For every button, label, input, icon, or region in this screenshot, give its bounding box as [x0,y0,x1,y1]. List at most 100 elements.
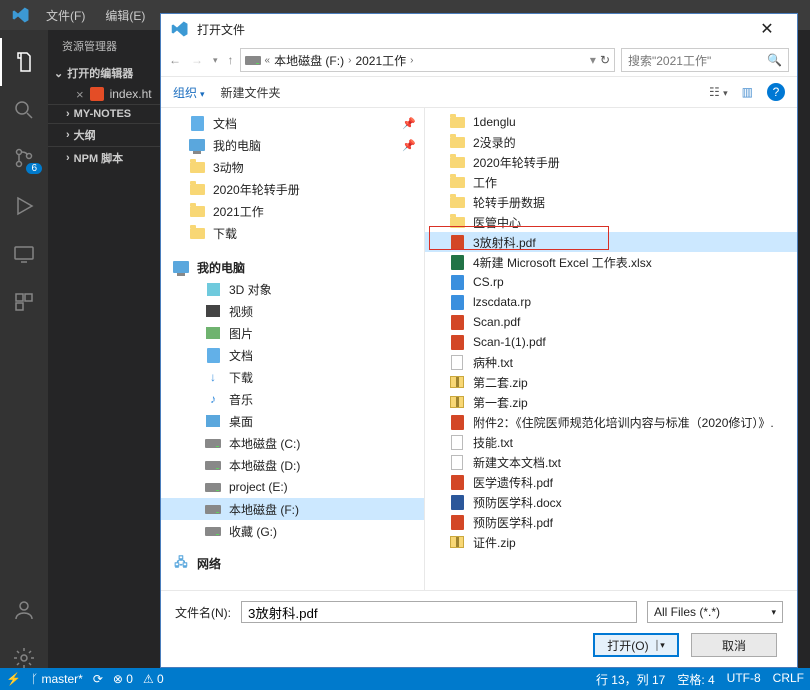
tree-item[interactable]: 3动物 [161,156,424,178]
file-row[interactable]: Scan.pdf [425,312,797,332]
tree-item[interactable]: ↓下载 [161,366,424,388]
tree-network[interactable]: 🖧网络 [161,552,424,574]
close-icon[interactable]: × [76,88,84,101]
file-row[interactable]: 预防医学科.pdf [425,512,797,532]
refresh-icon[interactable]: ↻ [600,53,610,67]
tree-item[interactable]: 视频 [161,300,424,322]
tree-item[interactable]: 本地磁盘 (F:) [161,498,424,520]
new-folder-button[interactable]: 新建文件夹 [221,84,281,101]
explorer-icon[interactable] [0,38,48,86]
file-row[interactable]: 轮转手册数据 [425,192,797,212]
branch-indicator[interactable]: ᚴ master* [31,672,83,686]
tree-item-label: 文档 [229,347,253,364]
open-button[interactable]: 打开(O)│▾ [593,633,679,657]
file-row[interactable]: 2没录的 [425,132,797,152]
tree-item-label: 收藏 (G:) [229,523,277,540]
tree-item[interactable]: 图片 [161,322,424,344]
run-icon[interactable] [0,182,48,230]
tree-item[interactable]: 2021工作 [161,200,424,222]
remote-icon[interactable] [0,230,48,278]
pin-icon: 📌 [402,117,416,130]
file-row[interactable]: 病种.txt [425,352,797,372]
filetype-select[interactable]: All Files (*.*) ▾ [647,601,783,623]
organize-button[interactable]: 组织▾ [173,84,205,101]
errors-indicator[interactable]: ⊗ 0 [113,672,133,686]
account-icon[interactable] [0,586,48,634]
file-name: Scan.pdf [473,315,520,329]
search-box[interactable]: 搜索"2021工作" 🔍 [621,48,789,72]
tree-item[interactable]: 文档📌 [161,112,424,134]
file-row[interactable]: 4新建 Microsoft Excel 工作表.xlsx [425,252,797,272]
remote-indicator[interactable]: ⚡ [6,672,21,686]
tree-item[interactable]: 文档 [161,344,424,366]
tree-my-pc[interactable]: 我的电脑 [161,256,424,278]
file-row[interactable]: 证件.zip [425,532,797,552]
net-icn-icon: 🖧 [173,555,189,571]
nav-up-icon[interactable]: ↑ [228,53,234,67]
file-row[interactable]: 医学遗传科.pdf [425,472,797,492]
tree-item[interactable]: 下载 [161,222,424,244]
tree-item[interactable]: 我的电脑📌 [161,134,424,156]
encoding[interactable]: UTF-8 [727,671,761,688]
file-list[interactable]: 1denglu2没录的2020年轮转手册工作轮转手册数据医管中心3放射科.pdf… [425,108,797,590]
navigation-tree[interactable]: 文档📌我的电脑📌3动物2020年轮转手册2021工作下载我的电脑3D 对象视频图… [161,108,425,590]
help-icon[interactable]: ? [767,83,785,101]
tree-item[interactable]: 本地磁盘 (C:) [161,432,424,454]
file-row[interactable]: lzscdata.rp [425,292,797,312]
tree-item[interactable]: 3D 对象 [161,278,424,300]
file-row[interactable]: 预防医学科.docx [425,492,797,512]
spaces[interactable]: 空格: 4 [677,671,714,688]
breadcrumb-drive[interactable]: 本地磁盘 (F:) [274,52,344,69]
tree-item[interactable]: 收藏 (G:) [161,520,424,542]
drive-icn-icon [205,501,221,517]
scm-icon[interactable]: 6 [0,134,48,182]
pc-icn-icon [173,259,189,275]
view-options-icon[interactable]: ☷ ▾ [709,85,728,99]
nav-recent-icon[interactable]: ▾ [213,55,218,66]
address-bar: ← → ▾ ↑ « 本地磁盘 (F:) › 2021工作 › ▾ ↻ 搜索"20… [161,44,797,76]
extensions-icon[interactable] [0,278,48,326]
tree-item[interactable]: 桌面 [161,410,424,432]
menu-file[interactable]: 文件(F) [38,5,93,26]
tree-item[interactable]: project (E:) [161,476,424,498]
file-row[interactable]: 2020年轮转手册 [425,152,797,172]
file-row[interactable]: 3放射科.pdf [425,232,797,252]
breadcrumb[interactable]: « 本地磁盘 (F:) › 2021工作 › ▾ ↻ [240,48,615,72]
file-row[interactable]: CS.rp [425,272,797,292]
preview-pane-icon[interactable]: ▥ [742,85,753,99]
line-col[interactable]: 行 13，列 17 [596,671,665,688]
file-name: 4新建 Microsoft Excel 工作表.xlsx [473,254,652,271]
tree-item[interactable]: 2020年轮转手册 [161,178,424,200]
breadcrumb-folder[interactable]: 2021工作 [355,52,406,69]
warnings-indicator[interactable]: ⚠ 0 [143,672,164,686]
file-name: 证件.zip [473,534,516,551]
nav-back-icon[interactable]: ← [169,53,181,67]
menu-edit[interactable]: 编辑(E) [97,5,153,26]
file-row[interactable]: Scan-1(1).pdf [425,332,797,352]
file-row[interactable]: 工作 [425,172,797,192]
tree-item[interactable]: 本地磁盘 (D:) [161,454,424,476]
drive-icn-icon [205,479,221,495]
sync-indicator[interactable]: ⟳ [93,672,103,686]
cancel-button[interactable]: 取消 [691,633,777,657]
file-row[interactable]: 新建文本文档.txt [425,452,797,472]
tree-item[interactable]: ♪音乐 [161,388,424,410]
file-name: 预防医学科.docx [473,494,562,511]
search-icon[interactable] [0,86,48,134]
filename-input[interactable] [241,601,637,623]
dialog-close-button[interactable]: ✕ [747,14,787,44]
folder-icn-icon [189,159,205,175]
eol[interactable]: CRLF [773,671,804,688]
file-row[interactable]: 附件2：《住院医师规范化培训内容与标准（2020修订）》. [425,412,797,432]
file-row[interactable]: 第一套.zip [425,392,797,412]
file-row[interactable]: 1denglu [425,112,797,132]
txt-icn-icon [449,454,465,470]
breadcrumb-dropdown-icon[interactable]: ▾ [590,53,596,67]
folder-icn-icon [449,134,465,150]
file-row[interactable]: 第二套.zip [425,372,797,392]
xlsx-icn-icon [449,254,465,270]
file-row[interactable]: 技能.txt [425,432,797,452]
nav-forward-icon[interactable]: → [191,53,203,67]
file-row[interactable]: 医管中心 [425,212,797,232]
section-label: NPM 脚本 [74,150,124,166]
